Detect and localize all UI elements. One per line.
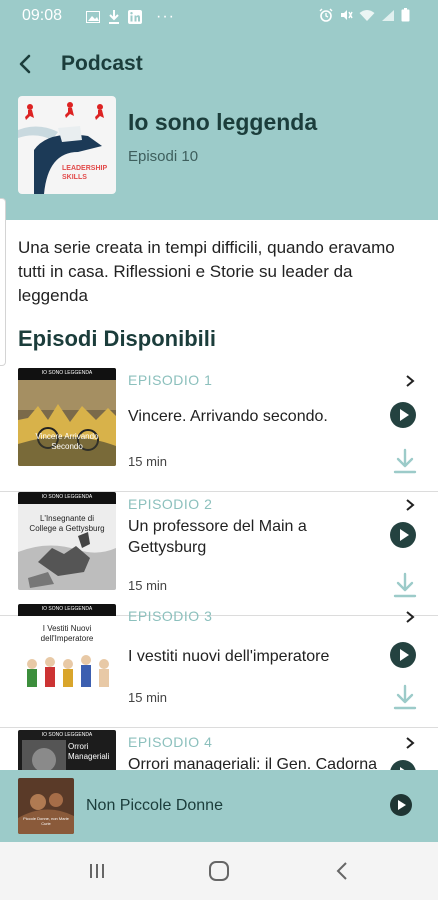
mini-play-button[interactable] bbox=[390, 794, 412, 816]
thumb-caption: Orrori Manageriali bbox=[68, 742, 110, 761]
mini-player[interactable]: Piccole Donne, non Marie Curie Non Picco… bbox=[0, 770, 438, 842]
episode-item[interactable]: IO SONO LEGGENDA I Vestiti Nuovi dell'Im… bbox=[0, 604, 438, 728]
episode-number: EPISODIO 1 bbox=[128, 372, 213, 388]
episode-title: I vestiti nuovi dell'imperatore bbox=[128, 648, 330, 665]
podcast-description: Una serie creata in tempi difficili, qua… bbox=[18, 238, 395, 305]
header-title: Podcast bbox=[61, 52, 143, 75]
chevron-right-icon[interactable] bbox=[404, 610, 416, 624]
podcast-header: Podcast LEADERSHIP SKILLS Io sono leggen… bbox=[0, 32, 438, 220]
status-bar: 09:08 ··· bbox=[0, 0, 438, 32]
cover-label: LEADERSHIP SKILLS bbox=[62, 165, 107, 181]
mini-thumb-caption: Piccole Donne, non Marie Curie bbox=[23, 816, 69, 826]
thumb-header: IO SONO LEGGENDA bbox=[41, 606, 93, 612]
episode-duration: 15 min bbox=[128, 454, 168, 469]
episode-thumbnail: IO SONO LEGGENDA Orrori Manageriali bbox=[18, 730, 116, 770]
mute-icon bbox=[341, 10, 353, 20]
thumb-header: IO SONO LEGGENDA bbox=[41, 370, 93, 376]
play-button[interactable] bbox=[390, 522, 416, 548]
linkedin-icon bbox=[128, 10, 142, 24]
nav-back-icon[interactable] bbox=[332, 860, 354, 882]
thumb-caption: Vincere Arrivando Secondo bbox=[35, 432, 99, 451]
back-arrow-icon[interactable] bbox=[14, 50, 38, 78]
battery-icon bbox=[401, 8, 410, 22]
episode-3-art bbox=[18, 604, 116, 702]
thumb-caption: L'Insegnante di College a Gettysburg bbox=[29, 514, 105, 533]
more-dots: ··· bbox=[156, 8, 175, 25]
episode-number: EPISODIO 2 bbox=[128, 496, 213, 512]
episode-2-art bbox=[18, 492, 116, 590]
chevron-right-icon[interactable] bbox=[404, 374, 416, 388]
episode-number: EPISODIO 3 bbox=[128, 608, 213, 624]
episode-thumbnail: IO SONO LEGGENDA I Vestiti Nuovi dell'Im… bbox=[18, 604, 116, 702]
episode-item[interactable]: IO SONO LEGGENDA Orrori Manageriali EPIS… bbox=[0, 730, 438, 770]
download-icon bbox=[109, 10, 119, 24]
system-nav-bar bbox=[0, 842, 438, 900]
episode-duration: 15 min bbox=[128, 578, 168, 593]
alarm-icon bbox=[319, 8, 333, 22]
status-left-icons: ··· bbox=[86, 8, 175, 26]
episode-number: EPISODIO 4 bbox=[128, 734, 213, 750]
episode-title: Vincere. Arrivando secondo. bbox=[128, 408, 328, 425]
play-button[interactable] bbox=[390, 402, 416, 428]
recent-apps-icon[interactable] bbox=[86, 860, 108, 882]
status-right-icons bbox=[319, 8, 410, 22]
episode-item[interactable]: IO SONO LEGGENDA L'Insegnante di College… bbox=[0, 492, 438, 616]
chevron-right-icon[interactable] bbox=[404, 736, 416, 750]
download-icon[interactable] bbox=[392, 448, 418, 476]
episode-item[interactable]: IO SONO LEGGENDA Vincere Arrivando Secon… bbox=[0, 368, 438, 492]
download-icon[interactable] bbox=[392, 684, 418, 712]
side-drawer-handle[interactable] bbox=[0, 198, 6, 366]
podcast-cover: LEADERSHIP SKILLS bbox=[18, 96, 116, 194]
image-icon bbox=[86, 11, 100, 23]
chevron-right-icon[interactable] bbox=[404, 498, 416, 512]
thumb-caption: I Vestiti Nuovi dell'Imperatore bbox=[40, 624, 94, 643]
play-button[interactable] bbox=[390, 642, 416, 668]
mini-player-thumbnail: Piccole Donne, non Marie Curie bbox=[18, 778, 74, 834]
episode-thumbnail: IO SONO LEGGENDA L'Insegnante di College… bbox=[18, 492, 116, 590]
episode-title: Orrori manageriali: il Gen. Cadorna bbox=[128, 756, 377, 770]
play-button[interactable] bbox=[390, 760, 416, 770]
section-title: Episodi Disponibili bbox=[18, 326, 216, 351]
episode-count: Episodi 10 bbox=[128, 148, 199, 165]
home-icon[interactable] bbox=[208, 860, 230, 882]
thumb-header: IO SONO LEGGENDA bbox=[41, 494, 93, 500]
download-icon[interactable] bbox=[392, 572, 418, 600]
thumb-header: IO SONO LEGGENDA bbox=[41, 732, 93, 738]
wifi-icon bbox=[359, 9, 375, 21]
episode-thumbnail: IO SONO LEGGENDA Vincere Arrivando Secon… bbox=[18, 368, 116, 466]
podcast-title: Io sono leggenda bbox=[128, 109, 318, 135]
now-playing-title: Non Piccole Donne bbox=[86, 797, 223, 814]
episode-title: Un professore del Main a Gettysburg bbox=[128, 518, 307, 556]
status-time: 09:08 bbox=[22, 7, 63, 24]
episode-duration: 15 min bbox=[128, 690, 168, 705]
signal-icon bbox=[382, 9, 394, 21]
